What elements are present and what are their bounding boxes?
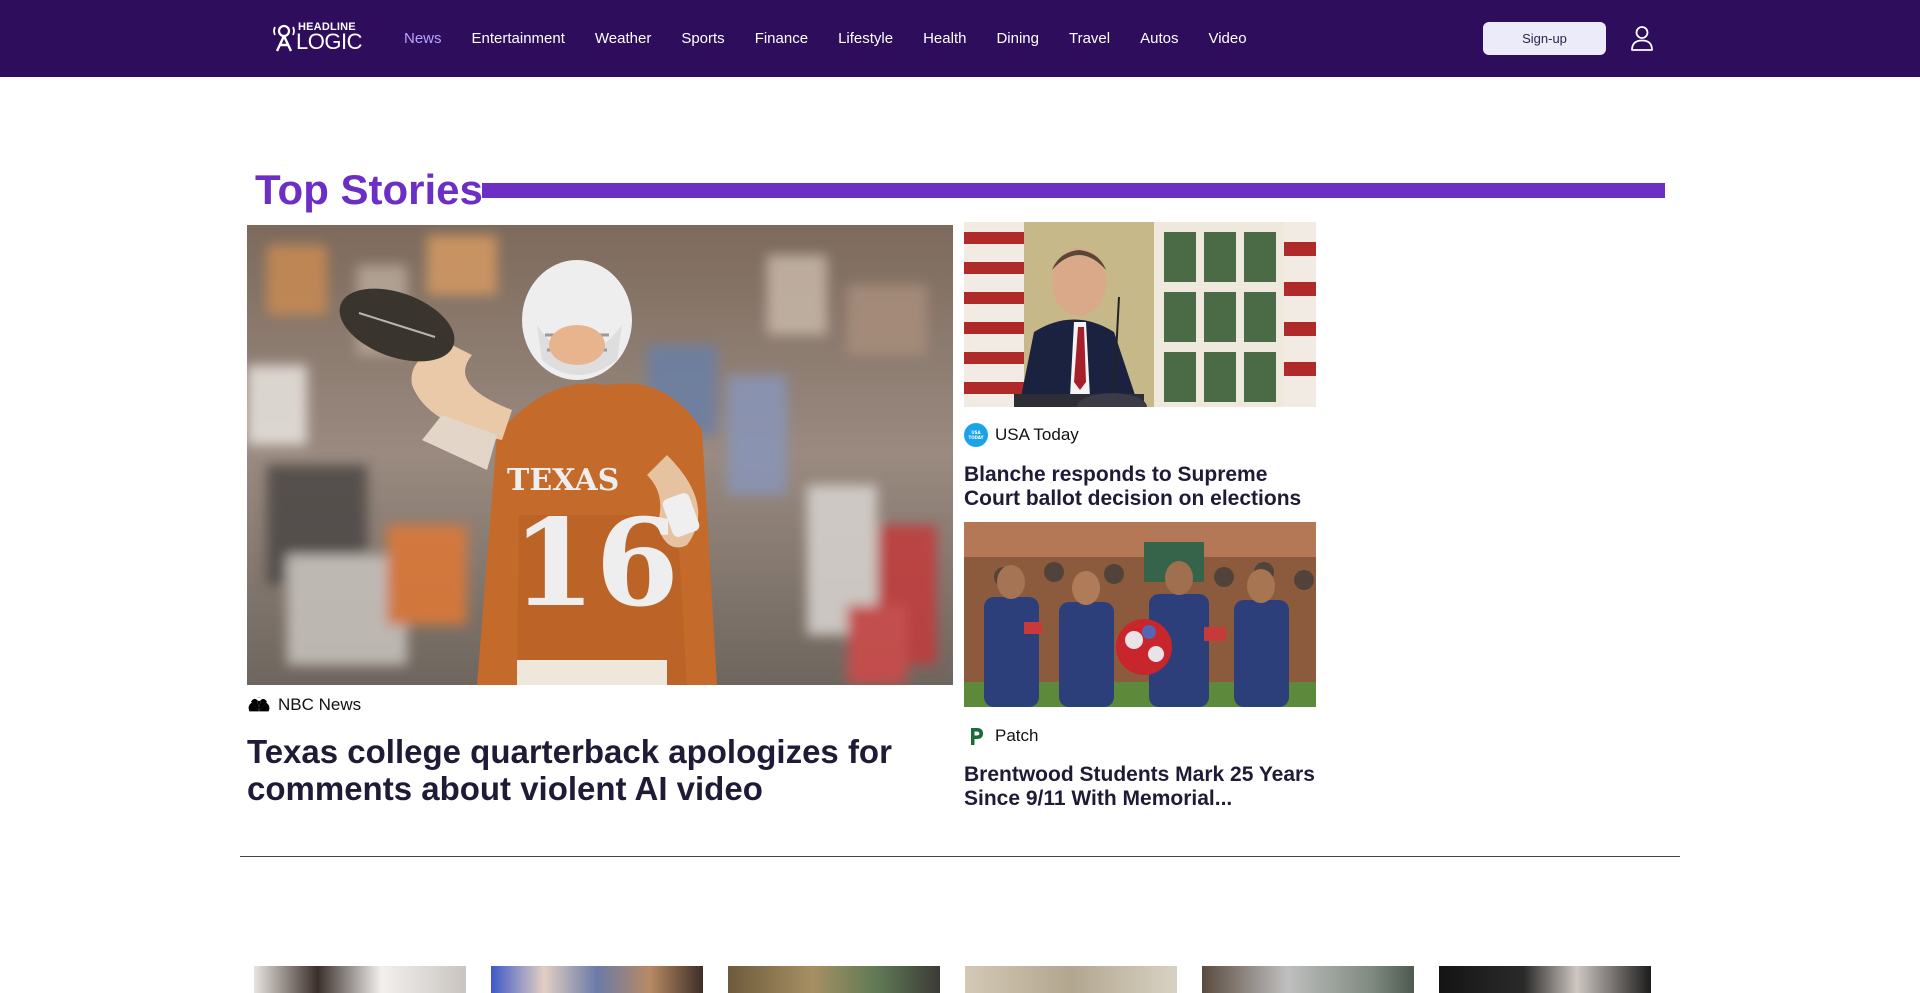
side-story-2-source[interactable]: Patch [964,724,1038,748]
source-name: NBC News [278,695,362,714]
main-story-source[interactable]: NBC News [247,693,361,717]
nav-item-news[interactable]: News [389,0,457,77]
main-story-headline[interactable]: Texas college quarterback apologizes for… [247,733,953,807]
user-icon[interactable] [1628,24,1656,52]
press-conference-photo [964,222,1316,407]
nav-item-health[interactable]: Health [908,0,981,77]
source-name: Patch [995,726,1039,745]
story-thumbnail[interactable] [1202,966,1414,993]
side-story-1-headline[interactable]: Blanche responds to Supreme Court ballot… [964,463,1316,511]
side-story-2-image[interactable] [964,522,1316,707]
nav-item-weather[interactable]: Weather [580,0,666,77]
nbc-peacock-icon [248,697,270,712]
source-name: USA Today [995,425,1079,444]
section-title-bar [482,183,1665,198]
story-thumbnail[interactable] [1439,966,1651,993]
story-thumbnail[interactable] [254,966,466,993]
jersey-number: 16 [512,493,679,634]
quarterback-photo: TEXAS 16 [247,225,953,685]
patch-icon [971,728,983,745]
section-title: Top Stories [255,166,483,213]
main-story-image[interactable]: TEXAS 16 [247,225,953,685]
nav-item-dining[interactable]: Dining [981,0,1054,77]
nav-item-lifestyle[interactable]: Lifestyle [823,0,908,77]
headline-logic-logo[interactable]: HEADLINE LOGIC [272,20,362,54]
logo-bottom-text: LOGIC [296,29,362,54]
side-story-1-image[interactable] [964,222,1316,407]
nav-item-autos[interactable]: Autos [1125,0,1193,77]
nav-item-finance[interactable]: Finance [740,0,823,77]
nav-item-entertainment[interactable]: Entertainment [457,0,580,77]
signup-button[interactable]: Sign-up [1483,22,1606,55]
main-nav: News Entertainment Weather Sports Financ… [389,0,1262,77]
story-thumbnail[interactable] [728,966,940,993]
students-memorial-photo [964,522,1316,707]
side-story-2-headline[interactable]: Brentwood Students Mark 25 Years Since 9… [964,763,1316,811]
usa-today-icon: USA TODAY [964,423,988,447]
top-header: HEADLINE LOGIC News Entertainment Weathe… [0,0,1920,77]
side-story-1-source[interactable]: USA TODAY USA Today [964,423,1079,447]
nav-item-video[interactable]: Video [1193,0,1261,77]
story-thumbnail[interactable] [491,966,703,993]
section-divider [240,856,1680,857]
nav-item-travel[interactable]: Travel [1054,0,1125,77]
svg-text:TODAY: TODAY [968,435,983,440]
story-thumbnail[interactable] [965,966,1177,993]
nav-item-sports[interactable]: Sports [666,0,739,77]
logo-mark-icon [273,24,295,52]
